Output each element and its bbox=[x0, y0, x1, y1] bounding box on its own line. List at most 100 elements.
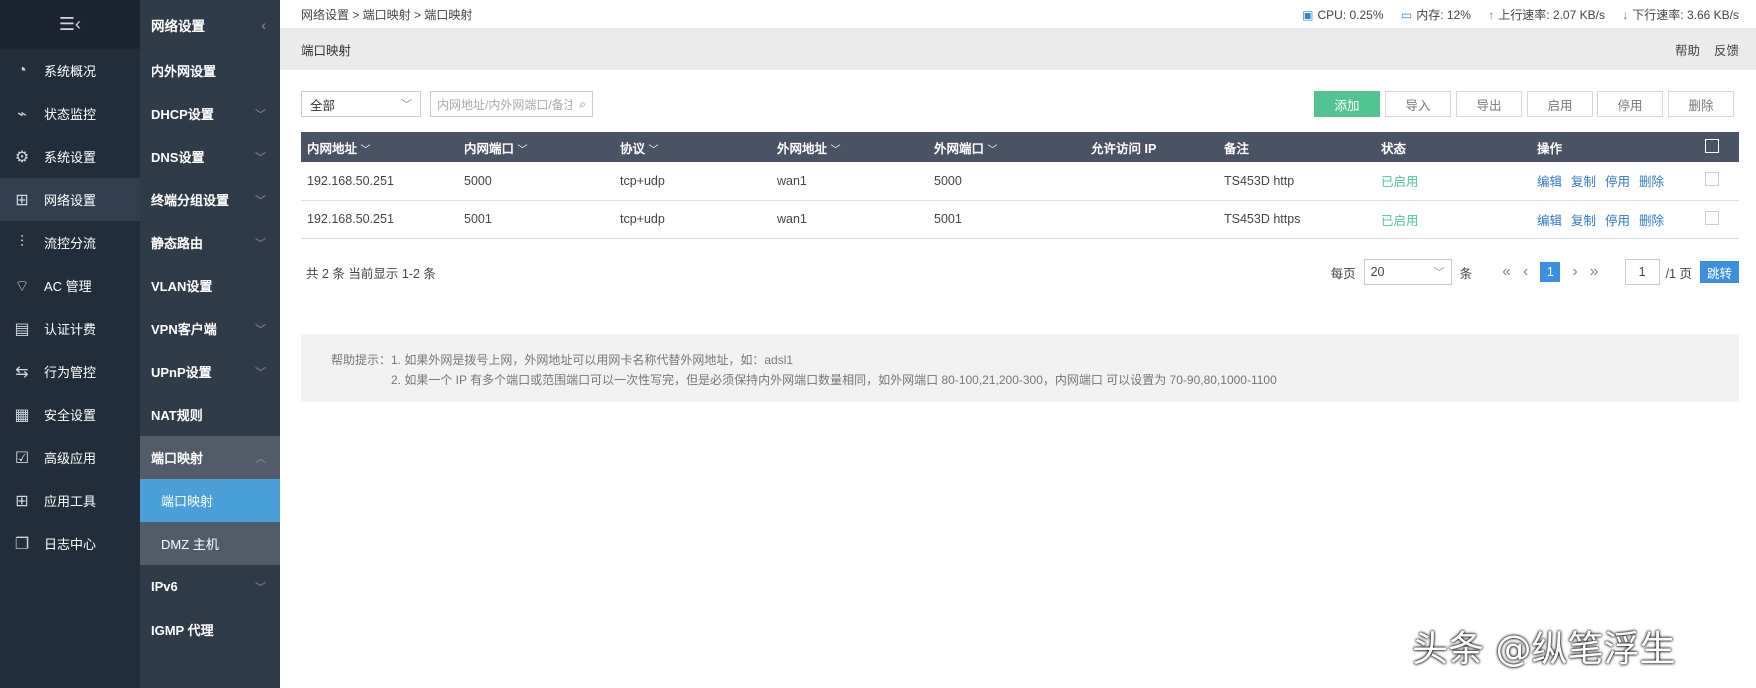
feedback-link[interactable]: 反馈 bbox=[1714, 44, 1739, 58]
select-all-checkbox[interactable] bbox=[1705, 138, 1719, 153]
edit-link[interactable]: 编辑 bbox=[1537, 175, 1562, 189]
tools-grid-icon: ⊞ bbox=[15, 492, 29, 510]
breadcrumb: 网络设置 > 端口映射 > 端口映射 bbox=[301, 7, 473, 22]
memory-icon: ▭ bbox=[1400, 7, 1413, 22]
sidebar-item-label: 行为管控 bbox=[44, 365, 97, 380]
chevron-down-icon: ﹀ bbox=[255, 194, 266, 207]
export-button[interactable]: 导出 bbox=[1456, 91, 1522, 117]
sidebar-item[interactable]: ⫶ 流控分流 bbox=[0, 221, 140, 264]
submenu-item-label: VLAN设置 bbox=[151, 279, 213, 294]
sidebar-item[interactable]: ⊞ 应用工具 bbox=[0, 479, 140, 522]
disable-link[interactable]: 停用 bbox=[1605, 214, 1630, 228]
submenu-item[interactable]: 内外网设置 bbox=[140, 49, 280, 92]
per-page-select[interactable]: 20 ﹀ bbox=[1363, 259, 1452, 285]
status-badge: 已启用 bbox=[1375, 200, 1531, 239]
page-input[interactable]: 1 bbox=[1624, 259, 1660, 285]
delete-link[interactable]: 删除 bbox=[1639, 214, 1664, 228]
sidebar-item-label: 高级应用 bbox=[44, 451, 97, 466]
network-icon: ⊞ bbox=[15, 191, 29, 209]
sort-chevron-icon[interactable]: ﹀ bbox=[831, 145, 841, 156]
help-link[interactable]: 帮助 bbox=[1675, 44, 1700, 58]
column-header-label: 备注 bbox=[1224, 141, 1250, 156]
submenu-item[interactable]: VLAN设置 bbox=[140, 264, 280, 307]
enable-button[interactable]: 启用 bbox=[1527, 91, 1593, 117]
sort-chevron-icon[interactable]: ﹀ bbox=[649, 145, 659, 156]
cell-proto: tcp+udp bbox=[614, 162, 771, 201]
submenu-item-label: 终端分组设置 bbox=[151, 193, 230, 208]
sidebar-item[interactable]: ⌔ AC 管理 bbox=[0, 264, 140, 307]
prev-page-icon[interactable]: ‹ bbox=[1523, 263, 1528, 281]
submenu-item[interactable]: DMZ 主机 bbox=[140, 522, 280, 565]
column-header[interactable]: 协议 ﹀ bbox=[614, 132, 771, 162]
submenu-item[interactable]: 终端分组设置 ﹀ bbox=[140, 178, 280, 221]
column-header[interactable]: 内网地址 ﹀ bbox=[301, 132, 458, 162]
sidebar-item[interactable]: ◔ 系统概况 bbox=[0, 49, 140, 92]
column-header-label: 操作 bbox=[1537, 141, 1563, 156]
submenu-item[interactable]: IPv6 ﹀ bbox=[140, 565, 280, 608]
sidebar-item[interactable]: ❐ 日志中心 bbox=[0, 522, 140, 565]
sidebar-item[interactable]: ⇆ 行为管控 bbox=[0, 350, 140, 393]
column-header[interactable]: 外网地址 ﹀ bbox=[771, 132, 928, 162]
main-sidebar: ☰‹ ◔ 系统概况 ⌁ 状态监控 ⚙ 系统设置 ⊞ 网络设置 ⫶ 流控分流 ⌔ AC 管理 ▤ 认证计费 ⇆… bbox=[0, 0, 140, 688]
collapse-icon[interactable]: ‹ bbox=[261, 17, 266, 33]
submenu-item[interactable]: 端口映射 bbox=[140, 479, 280, 522]
sidebar-item[interactable]: ☑ 高级应用 bbox=[0, 436, 140, 479]
submenu-item[interactable]: NAT规则 bbox=[140, 393, 280, 436]
sidebar-item[interactable]: ⊞ 网络设置 bbox=[0, 178, 140, 221]
last-page-icon[interactable]: » bbox=[1590, 263, 1599, 281]
collapse-menu-icon[interactable]: ☰‹ bbox=[0, 0, 140, 49]
submenu-item[interactable]: DHCP设置 ﹀ bbox=[140, 92, 280, 135]
delete-button[interactable]: 删除 bbox=[1668, 91, 1734, 117]
sort-chevron-icon[interactable]: ﹀ bbox=[518, 145, 528, 156]
edit-link[interactable]: 编辑 bbox=[1537, 214, 1562, 228]
import-button[interactable]: 导入 bbox=[1385, 91, 1451, 117]
submenu-item-label: IGMP 代理 bbox=[151, 623, 214, 638]
sliders-icon: ⫶ bbox=[19, 233, 24, 251]
row-checkbox[interactable] bbox=[1705, 172, 1719, 187]
sidebar-item[interactable]: ⌁ 状态监控 bbox=[0, 92, 140, 135]
cell-allow bbox=[1085, 200, 1218, 239]
filter-select[interactable]: 全部 ﹀ bbox=[301, 91, 421, 117]
column-header-label: 状态 bbox=[1381, 141, 1407, 156]
first-page-icon[interactable]: « bbox=[1502, 263, 1511, 281]
sidebar-item[interactable]: ⚙ 系统设置 bbox=[0, 135, 140, 178]
sidebar-item[interactable]: ▤ 认证计费 bbox=[0, 307, 140, 350]
sort-chevron-icon[interactable]: ﹀ bbox=[988, 145, 998, 156]
jump-button[interactable]: 跳转 bbox=[1699, 261, 1739, 283]
submenu-item-label: NAT规则 bbox=[151, 408, 203, 423]
column-header[interactable]: 内网端口 ﹀ bbox=[458, 132, 614, 162]
copy-link[interactable]: 复制 bbox=[1571, 214, 1596, 228]
sidebar-item[interactable]: ▦ 安全设置 bbox=[0, 393, 140, 436]
watermark: 头条 @纵笔浮生 bbox=[1412, 629, 1676, 670]
submenu-item[interactable]: 静态路由 ﹀ bbox=[140, 221, 280, 264]
submenu-item-label: IPv6 bbox=[151, 579, 178, 594]
pagination: 每页 20 ﹀ 条 « ‹ 1 › » 1 /1 页 跳转 bbox=[1331, 259, 1739, 285]
submenu-item-label: VPN客户端 bbox=[151, 322, 217, 337]
cell-wan: wan1 bbox=[771, 162, 928, 201]
cell-wport: 5001 bbox=[928, 200, 1085, 239]
submenu-item[interactable]: 端口映射 ︿ bbox=[140, 436, 280, 479]
submenu-item[interactable]: DNS设置 ﹀ bbox=[140, 135, 280, 178]
sub-sidebar-title: 网络设置 bbox=[151, 18, 205, 34]
search-icon[interactable]: ⌕ bbox=[579, 97, 586, 112]
search-input[interactable]: 内网地址/内外网端口/备注 ⌕ bbox=[430, 91, 593, 117]
calendar-check-icon: ☑ bbox=[14, 449, 30, 467]
submenu-item[interactable]: IGMP 代理 bbox=[140, 608, 280, 651]
add-button[interactable]: 添加 bbox=[1314, 91, 1380, 117]
next-page-icon[interactable]: › bbox=[1572, 263, 1577, 281]
submenu-item[interactable]: UPnP设置 ﹀ bbox=[140, 350, 280, 393]
submenu-item-label: UPnP设置 bbox=[151, 365, 212, 380]
submenu-item[interactable]: VPN客户端 ﹀ bbox=[140, 307, 280, 350]
current-page[interactable]: 1 bbox=[1540, 262, 1561, 282]
column-header[interactable]: 外网端口 ﹀ bbox=[928, 132, 1085, 162]
delete-link[interactable]: 删除 bbox=[1639, 175, 1664, 189]
chevron-down-icon: ﹀ bbox=[255, 151, 266, 164]
disable-button[interactable]: 停用 bbox=[1597, 91, 1663, 117]
disable-link[interactable]: 停用 bbox=[1605, 175, 1630, 189]
copy-link[interactable]: 复制 bbox=[1571, 175, 1596, 189]
column-header-label: 协议 bbox=[620, 141, 646, 156]
chevron-down-icon: ﹀ bbox=[255, 108, 266, 121]
sort-chevron-icon[interactable]: ﹀ bbox=[361, 145, 371, 156]
row-checkbox[interactable] bbox=[1705, 210, 1719, 225]
record-summary: 共 2 条 当前显示 1-2 条 bbox=[306, 267, 436, 281]
